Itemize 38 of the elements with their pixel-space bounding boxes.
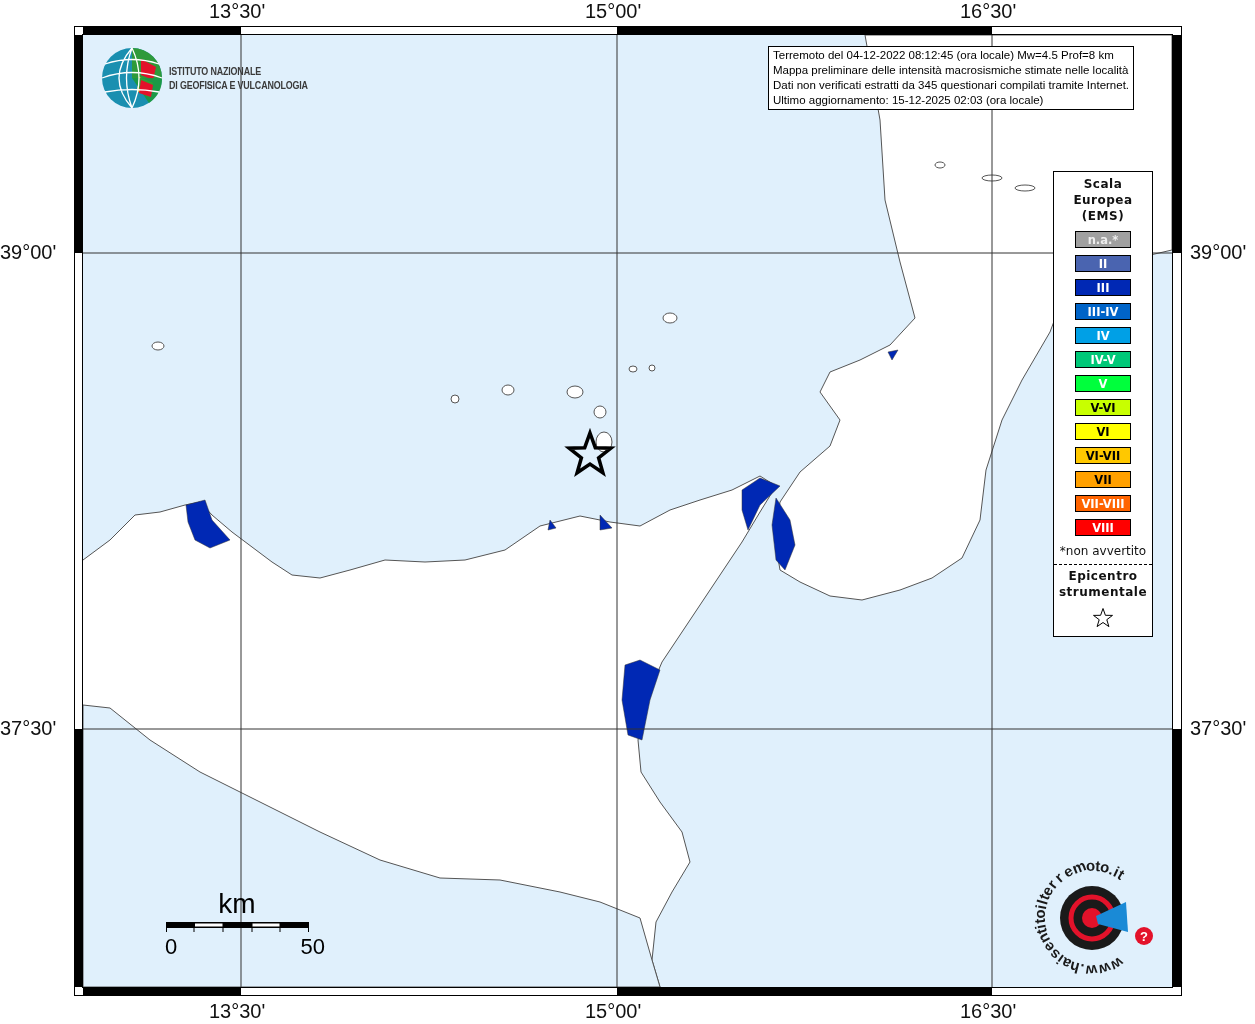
longitude-label: 13°30' (209, 1000, 266, 1023)
intensity-swatch: V-VI (1075, 399, 1131, 416)
intensity-swatch: VI (1075, 423, 1131, 440)
latitude-label: 37°30' (0, 717, 57, 740)
longitude-label: 15°00' (585, 1000, 642, 1023)
globe-icon (101, 47, 163, 109)
institute-name: DI GEOFISICA E VULCANOLOGIA (169, 78, 308, 92)
info-text: Ultimo aggiornamento: 15-12-2025 02:03 (ora locale) (773, 93, 1045, 108)
intensity-swatch: IV (1075, 327, 1131, 344)
longitude-label: 16°30' (960, 1000, 1017, 1023)
latitude-label: 39°00' (0, 241, 57, 264)
intensity-swatch: III (1075, 279, 1131, 296)
epicentre-star-icon (564, 427, 616, 477)
intensity-swatch: V (1075, 375, 1131, 392)
intensity-swatch: VIII (1075, 519, 1131, 536)
scale-label: 0 (165, 934, 178, 960)
longitude-label: 16°30' (960, 0, 1017, 23)
legend-title: Scala Europea (EMS) (1073, 176, 1133, 224)
longitude-label: 13°30' (209, 0, 266, 23)
intensity-swatch: VII-VIII (1075, 495, 1131, 512)
intensity-swatch: VI-VII (1075, 447, 1131, 464)
scale-label: 50 (300, 934, 325, 960)
epicentre-label: Epicentro strumentale (1058, 568, 1148, 600)
institute-name: ISTITUTO NAZIONALE (169, 64, 262, 78)
intensity-swatch: VII (1075, 471, 1131, 488)
latitude-label: 39°00' (1190, 241, 1247, 264)
info-text: Mappa preliminare delle intensità macrosismiche stimate nelle località (773, 63, 1130, 78)
intensity-swatch: III-IV (1075, 303, 1131, 320)
legend-footnote: *non avvertito (1059, 544, 1147, 558)
star-icon (1093, 608, 1113, 628)
intensity-swatch: II (1075, 255, 1131, 272)
intensity-swatch: IV-V (1075, 351, 1131, 368)
longitude-label: 15°00' (585, 0, 642, 23)
scale-unit: km (217, 888, 257, 920)
info-text: Dati non verificati estratti da 345 questionari compilati tramite Internet. (773, 78, 1130, 93)
intensity-swatch: n.a.* (1075, 231, 1131, 248)
latitude-label: 37°30' (1190, 717, 1247, 740)
info-text: Terremoto del 04-12-2022 08:12:45 (ora locale) Mw=4.5 Prof=8 km (773, 48, 1115, 63)
